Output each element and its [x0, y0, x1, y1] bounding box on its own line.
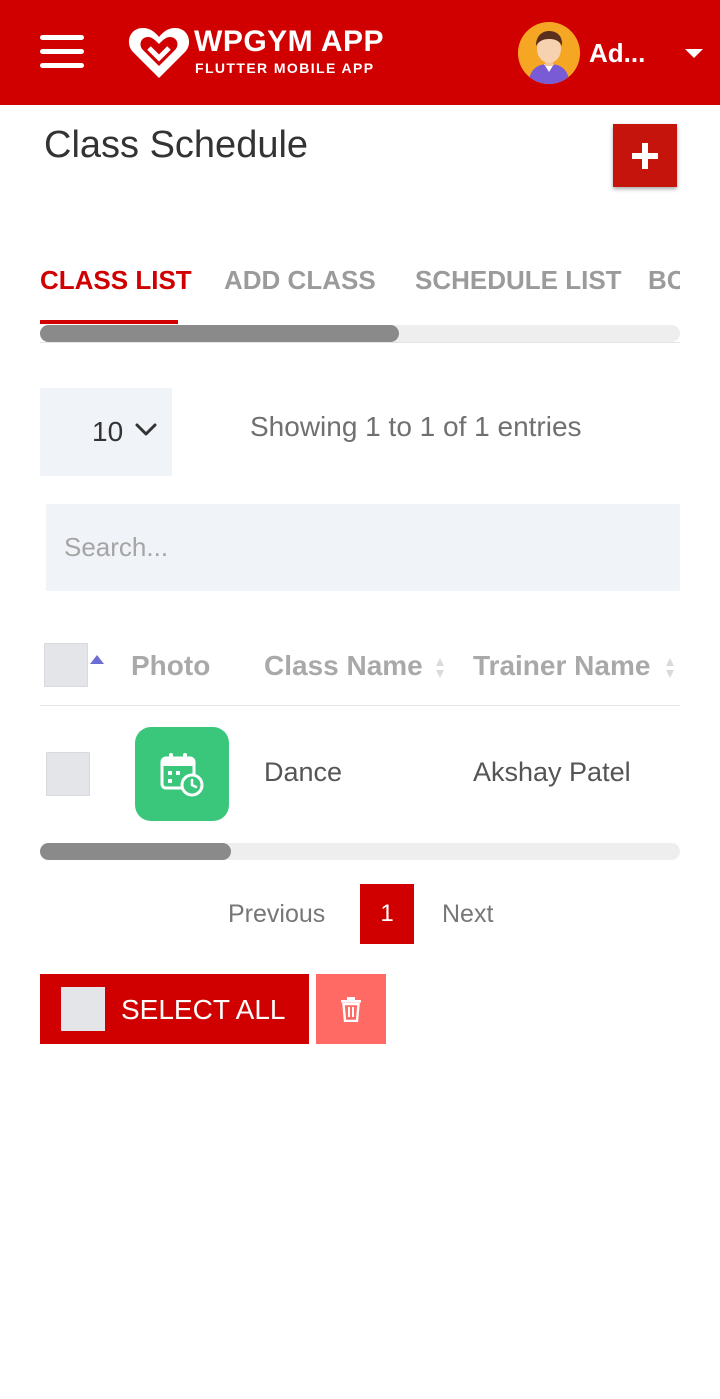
page-length-select[interactable]: 10: [40, 388, 172, 476]
sort-asc-icon[interactable]: [90, 655, 104, 664]
logo-title: WPGYM APP: [194, 25, 385, 58]
tab-bar: CLASS LIST ADD CLASS SCHEDULE LIST BC: [40, 260, 680, 310]
pagination-previous[interactable]: Previous: [228, 900, 325, 929]
select-all-button[interactable]: SELECT ALL: [40, 974, 309, 1044]
column-header-trainer-name[interactable]: Trainer Name: [473, 650, 668, 682]
select-all-label: SELECT ALL: [121, 994, 286, 1025]
column-header-photo[interactable]: Photo: [131, 650, 210, 682]
page-title: Class Schedule: [44, 124, 309, 166]
calendar-clock-icon: [160, 753, 204, 797]
pagination-next[interactable]: Next: [442, 900, 493, 929]
app-logo: WPGYM APP FLUTTER MOBILE APP: [127, 22, 397, 82]
search-input[interactable]: [46, 504, 680, 591]
plus-icon: [632, 142, 658, 169]
table-header-divider: [40, 705, 680, 706]
column-header-class-name[interactable]: Class Name: [264, 650, 438, 682]
tab-class-list[interactable]: CLASS LIST: [40, 265, 192, 296]
table-scrollbar-thumb[interactable]: [40, 843, 231, 860]
tabs-divider: [40, 342, 680, 343]
delete-selected-button[interactable]: [316, 974, 386, 1044]
logo-subtitle: FLUTTER MOBILE APP: [195, 60, 375, 76]
sort-icon[interactable]: [665, 656, 675, 680]
app-header: WPGYM APP FLUTTER MOBILE APP Ad...: [0, 0, 720, 105]
tab-booking[interactable]: BC: [648, 265, 680, 296]
sort-icon[interactable]: [435, 656, 445, 680]
active-tab-indicator: [40, 320, 178, 324]
page-length-value: 10: [92, 416, 124, 447]
caret-down-icon[interactable]: [685, 49, 703, 58]
cell-class-name: Dance: [264, 757, 343, 787]
tabs-scrollbar-thumb[interactable]: [40, 325, 399, 342]
menu-icon[interactable]: [40, 35, 84, 69]
chevron-down-icon: [135, 423, 157, 436]
row-select-checkbox[interactable]: [46, 752, 90, 796]
class-photo: [135, 727, 229, 821]
tab-schedule-list[interactable]: SCHEDULE LIST: [415, 265, 622, 296]
trash-icon: [341, 997, 361, 1022]
cell-trainer-name: Akshay Patel: [473, 757, 631, 787]
header-select-checkbox[interactable]: [44, 643, 88, 687]
pagination-page-1[interactable]: 1: [360, 884, 414, 944]
add-class-button[interactable]: [613, 124, 677, 187]
heart-logo-icon: [128, 28, 190, 78]
user-name: Ad...: [589, 38, 646, 68]
user-menu[interactable]: Ad...: [518, 22, 708, 84]
avatar: [518, 22, 580, 84]
entries-info: Showing 1 to 1 of 1 entries: [250, 411, 582, 442]
tab-add-class[interactable]: ADD CLASS: [224, 265, 376, 296]
select-all-checkbox[interactable]: [61, 987, 105, 1031]
